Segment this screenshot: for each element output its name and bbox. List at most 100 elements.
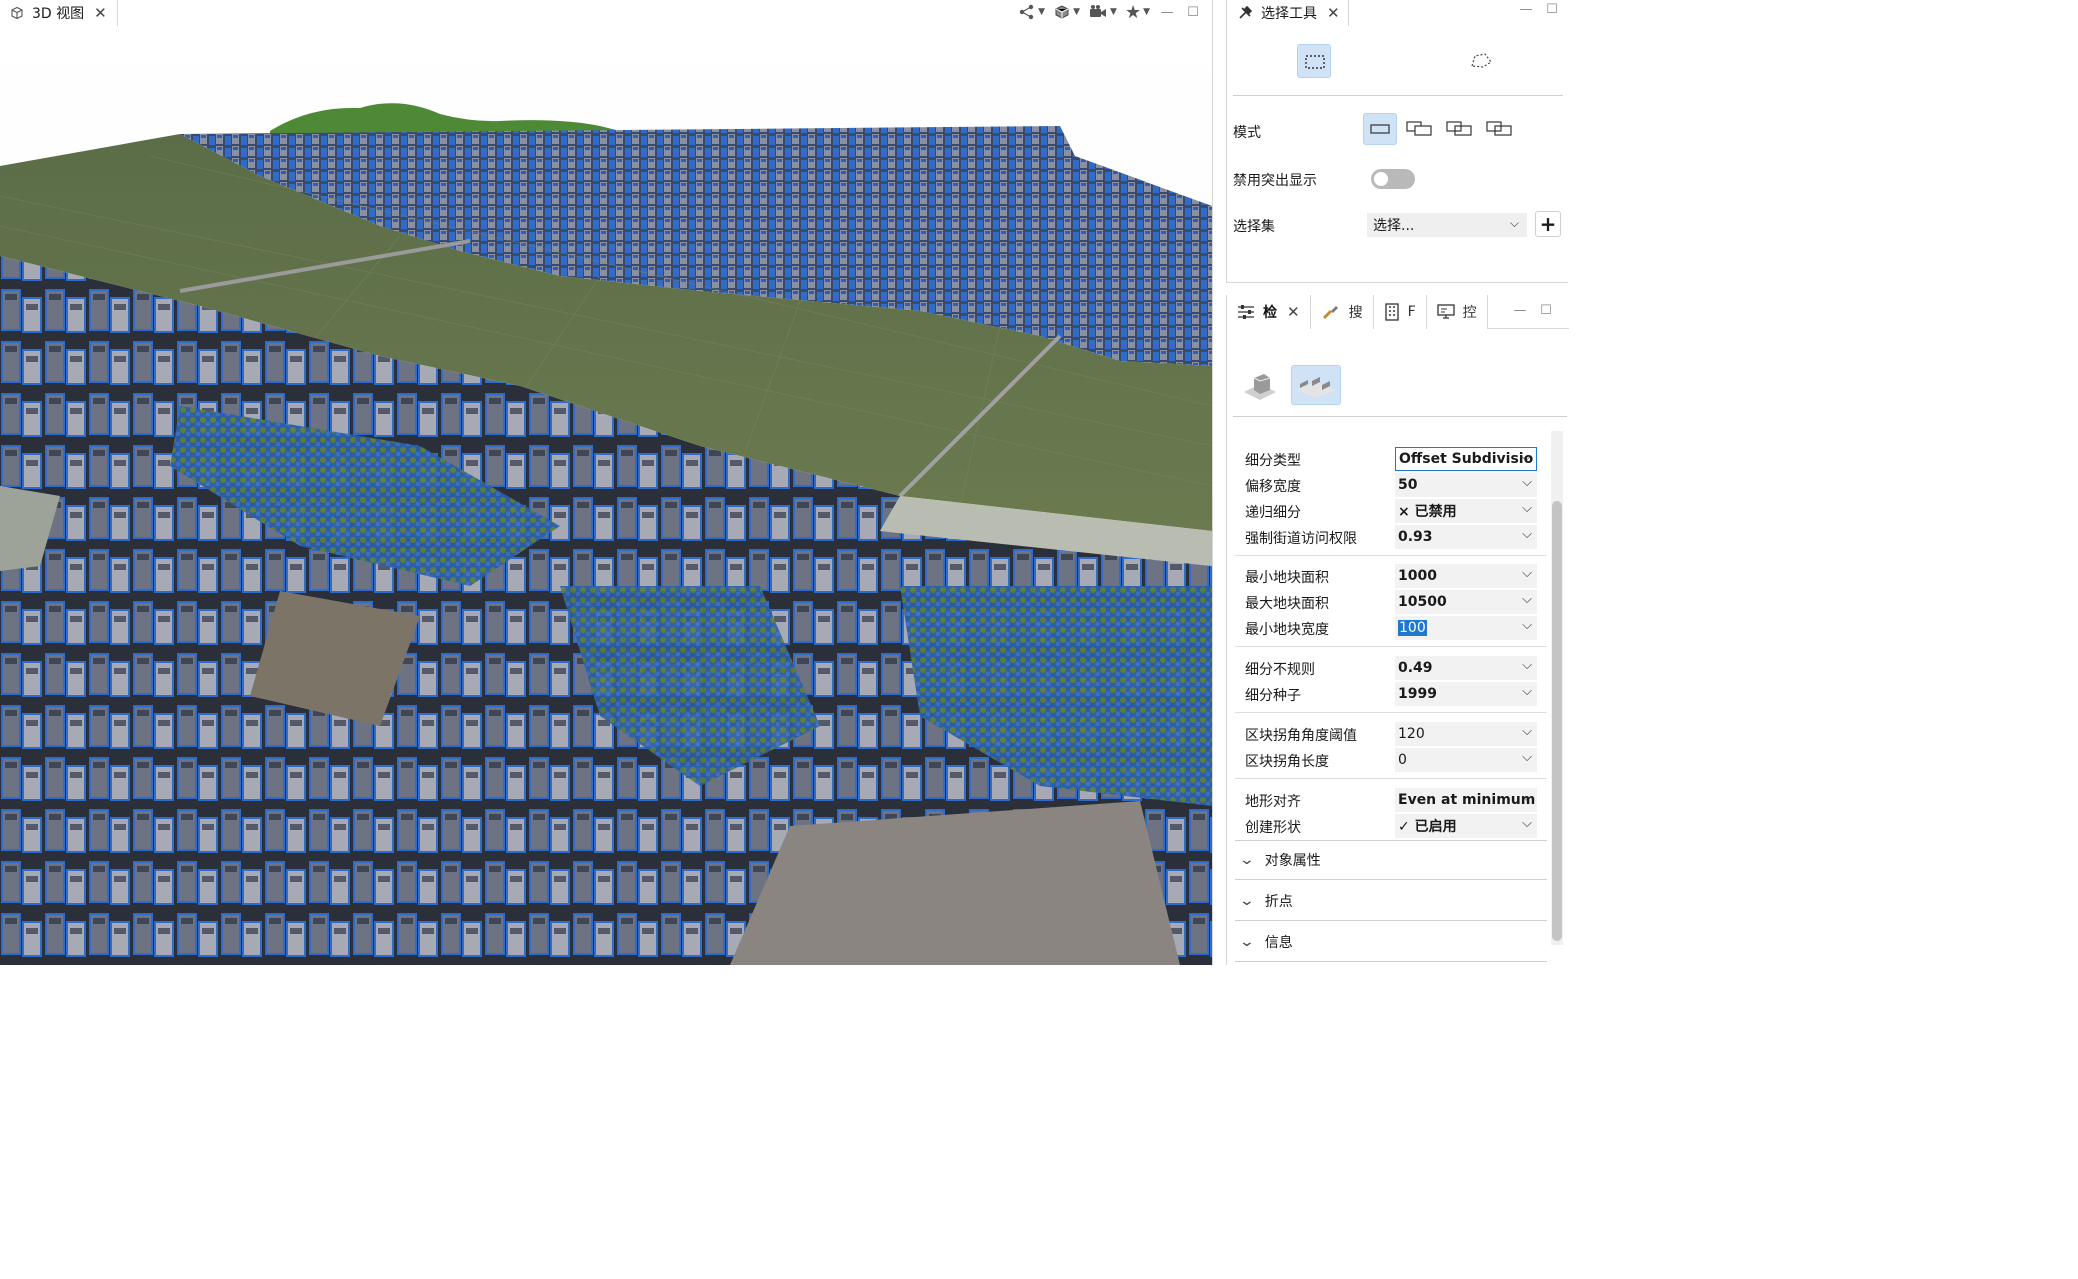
minimize-button[interactable]: — xyxy=(1158,5,1176,20)
cube-button[interactable]: ▼ xyxy=(1053,4,1080,20)
group-divider xyxy=(1235,778,1547,779)
chevron-down-icon: ⌵ xyxy=(1522,475,1532,490)
add-selection-set-button[interactable]: + xyxy=(1535,211,1561,237)
attr-value-dropdown[interactable]: 50 ⌵ xyxy=(1395,473,1537,497)
plaza xyxy=(730,801,1180,965)
lasso-select-button[interactable] xyxy=(1467,48,1495,74)
caret-down-icon: ▼ xyxy=(1143,7,1150,17)
attr-value-input[interactable]: 100 ⌵ xyxy=(1395,616,1537,640)
close-icon[interactable]: ✕ xyxy=(1327,4,1340,22)
attr-value-dropdown[interactable]: × 已禁用 ⌵ xyxy=(1395,499,1537,523)
attr-value: 1000 xyxy=(1398,568,1437,584)
chevron-down-icon: ⌵ xyxy=(1522,566,1532,581)
attr-value-dropdown[interactable]: 0.49 ⌵ xyxy=(1395,656,1537,680)
tab-search[interactable]: 搜 xyxy=(1311,295,1374,329)
attr-value: 10500 xyxy=(1398,594,1447,610)
chevron-down-icon: ⌵ xyxy=(1522,816,1532,831)
minimize-button[interactable]: — xyxy=(1511,303,1529,318)
close-icon[interactable]: ✕ xyxy=(1287,303,1300,321)
sliders-icon xyxy=(1238,305,1254,319)
lasso-select-icon xyxy=(1471,53,1492,68)
monitor-icon xyxy=(1436,304,1455,319)
tab-facade-label: F xyxy=(1407,304,1416,320)
selection-shape-row xyxy=(1227,44,1569,80)
tab-control[interactable]: 控 xyxy=(1427,295,1488,329)
section-info[interactable]: ⌄ 信息 xyxy=(1235,922,1547,962)
mode-add-button[interactable] xyxy=(1403,113,1437,145)
attr-value-dropdown[interactable]: Even at minimum ⌵ xyxy=(1395,788,1537,812)
selection-set-value: 选择... xyxy=(1373,218,1415,234)
chevron-down-icon: ⌵ xyxy=(1522,592,1532,607)
attr-value-dropdown[interactable]: 0.93 ⌵ xyxy=(1395,525,1537,549)
attr-label: 偏移宽度 xyxy=(1245,479,1301,495)
bookmark-button[interactable]: ★ ▼ xyxy=(1125,2,1150,23)
mode-new-button[interactable] xyxy=(1363,113,1397,145)
chevron-down-icon: ⌵ xyxy=(1522,501,1532,516)
section-label: 信息 xyxy=(1264,934,1293,951)
attr-force-street-access: 强制街道访问权限 0.93 ⌵ xyxy=(1227,525,1547,549)
attr-value-dropdown[interactable]: 0 ⌵ xyxy=(1395,748,1537,772)
attr-value: 120 xyxy=(1398,726,1425,742)
selection-set-dropdown[interactable]: 选择... ⌵ xyxy=(1367,213,1527,237)
chevron-down-icon: ⌵ xyxy=(1522,658,1532,673)
minimize-button[interactable]: — xyxy=(1517,2,1535,17)
tab-inspector-label: 检 xyxy=(1263,305,1277,321)
shape-subdivision-button[interactable] xyxy=(1291,365,1341,405)
building-grid-icon xyxy=(1384,303,1399,321)
attr-offset-width: 偏移宽度 50 ⌵ xyxy=(1227,473,1547,497)
attr-label: 地形对齐 xyxy=(1245,794,1301,810)
extruded-shape-icon xyxy=(1244,374,1276,400)
mode-intersect-button[interactable] xyxy=(1483,113,1517,145)
attr-max-lot-area: 最大地块面积 10500 ⌵ xyxy=(1227,590,1547,614)
disable-highlight-toggle[interactable] xyxy=(1371,169,1415,189)
vertical-scrollbar[interactable] xyxy=(1551,431,1563,945)
chevron-down-icon: ⌵ xyxy=(1522,527,1532,542)
attr-subdivision-type: 细分类型 Offset Subdivisio ⌵ xyxy=(1227,447,1547,471)
panel-window-controls: — ☐ xyxy=(1511,303,1555,318)
tab-select-tool[interactable]: 选择工具 ✕ xyxy=(1227,0,1349,26)
attr-value-dropdown[interactable]: 1999 ⌵ xyxy=(1395,682,1537,706)
chevron-down-icon: ⌄ xyxy=(1238,892,1256,909)
cube-icon xyxy=(1055,5,1069,19)
tab-3d-view[interactable]: 3D 视图 ✕ xyxy=(0,0,118,26)
attr-value: 0 xyxy=(1398,752,1407,768)
network-button[interactable]: ▼ xyxy=(1018,4,1045,20)
attr-corner-angle-threshold: 区块拐角角度阈值 120 ⌵ xyxy=(1227,722,1547,746)
attr-value-dropdown[interactable]: ✓ 已启用 ⌵ xyxy=(1395,814,1537,838)
mode-subtract-icon xyxy=(1446,121,1472,136)
attr-label: 区块拐角角度阈值 xyxy=(1245,728,1357,744)
attr-value-selected-text: 100 xyxy=(1398,620,1427,636)
shape-extrude-button[interactable] xyxy=(1235,365,1285,405)
close-icon[interactable]: ✕ xyxy=(94,4,107,22)
tab-facade[interactable]: F xyxy=(1374,295,1427,329)
mode-subtract-button[interactable] xyxy=(1443,113,1477,145)
group-divider xyxy=(1235,646,1547,647)
attr-label: 递归细分 xyxy=(1245,505,1301,521)
maximize-button[interactable]: ☐ xyxy=(1537,303,1555,318)
attr-value-dropdown[interactable]: 120 ⌵ xyxy=(1395,722,1537,746)
scrollbar-thumb[interactable] xyxy=(1552,501,1562,941)
select-tool-panel: 选择工具 ✕ — ☐ 模式 禁用突出显示 选择集 选择... ⌵ + xyxy=(1226,0,1568,283)
subdivided-lots-icon xyxy=(1296,377,1336,398)
disable-highlight-label: 禁用突出显示 xyxy=(1233,173,1317,189)
maximize-button[interactable]: ☐ xyxy=(1184,5,1202,20)
camera-button[interactable]: ▼ xyxy=(1088,4,1117,20)
3d-viewport[interactable] xyxy=(0,26,1212,965)
view-toolbar: ▼ ▼ ▼ ★ ▼ — ☐ xyxy=(1018,0,1202,24)
attr-value-dropdown[interactable]: 10500 ⌵ xyxy=(1395,590,1537,614)
attr-value-dropdown[interactable]: Offset Subdivisio ⌵ xyxy=(1395,447,1537,471)
tools-icon xyxy=(1239,5,1253,19)
group-divider xyxy=(1235,712,1547,713)
tab-inspector[interactable]: 检 ✕ xyxy=(1227,295,1311,329)
attr-value: 1999 xyxy=(1398,686,1437,702)
3d-view-panel: 3D 视图 ✕ ▼ ▼ ▼ ★ ▼ — ☐ xyxy=(0,0,1213,965)
section-object-attributes[interactable]: ⌄ 对象属性 xyxy=(1235,840,1547,880)
rectangle-select-button[interactable] xyxy=(1297,44,1331,78)
maximize-button[interactable]: ☐ xyxy=(1543,2,1561,17)
chevron-down-icon: ⌵ xyxy=(1522,684,1532,699)
tab-select-tool-label: 选择工具 xyxy=(1261,6,1317,22)
attr-value-dropdown[interactable]: 1000 ⌵ xyxy=(1395,564,1537,588)
section-vertices[interactable]: ⌄ 折点 xyxy=(1235,881,1547,921)
view-tabbar: 3D 视图 ✕ ▼ ▼ ▼ ★ ▼ — ☐ xyxy=(0,0,1212,26)
attr-min-lot-width: 最小地块宽度 100 ⌵ xyxy=(1227,616,1547,640)
